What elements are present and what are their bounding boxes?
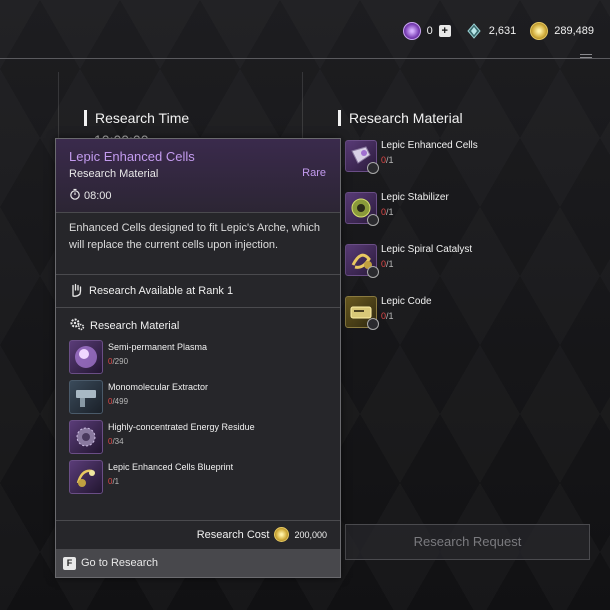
research-material-header: Research Material (338, 110, 463, 126)
gold-coin-icon (530, 22, 549, 40)
gold-coin-icon (274, 527, 290, 542)
stabilizer-icon (345, 192, 379, 226)
rarity-label: Rare (302, 167, 326, 179)
enhanced-cells-icon (345, 140, 379, 174)
tooltip-subtitle: Research Material (69, 168, 159, 180)
plasma-icon (69, 340, 103, 374)
requirement-item: Lepic Enhanced Cells Blueprint 0/1 (69, 460, 327, 494)
material-name: Lepic Stabilizer (381, 192, 449, 203)
material-count: 0/1 (381, 259, 394, 269)
material-name: Lepic Enhanced Cells (381, 140, 478, 151)
requirement-list: Semi-permanent Plasma 0/290 Monomolecula… (56, 340, 340, 494)
requirement-name: Lepic Enhanced Cells Blueprint (108, 462, 234, 472)
energy-residue-icon (69, 420, 103, 454)
material-name: Lepic Code (381, 296, 432, 307)
crystal-currency: 2,631 (465, 22, 517, 40)
research-request-button[interactable]: Research Request (345, 524, 590, 560)
material-item-spiral-catalyst[interactable]: Lepic Spiral Catalyst 0/1 (345, 242, 478, 294)
requirement-item: Monomolecular Extractor 0/499 (69, 380, 327, 414)
material-item-enhanced-cells[interactable]: Lepic Enhanced Cells 0/1 (345, 138, 478, 190)
gold-amount: 289,489 (554, 25, 594, 37)
gold-currency: 289,489 (530, 22, 594, 40)
material-count: 0/1 (381, 311, 394, 321)
tooltip-materials-label: Research Material (90, 319, 180, 332)
requirement-count: 0/34 (108, 437, 124, 446)
go-to-research-label: Go to Research (81, 557, 159, 569)
tooltip-materials-header: Research Material (56, 308, 340, 340)
tooltip-title: Lepic Enhanced Cells (69, 149, 195, 164)
tooltip-time-value: 08:00 (84, 189, 112, 202)
spiral-catalyst-icon (345, 244, 379, 278)
top-divider (0, 58, 610, 59)
rank-requirement: Research Available at Rank 1 (56, 275, 340, 308)
requirement-count: 0/1 (108, 477, 120, 486)
requirement-count: 0/499 (108, 397, 129, 406)
crystal-icon (465, 22, 483, 40)
premium-amount: 0 (426, 25, 433, 37)
requirement-name: Monomolecular Extractor (108, 382, 209, 392)
tooltip-header: Lepic Enhanced Cells Research Material R… (56, 139, 340, 213)
tooltip-time: 08:00 (69, 188, 327, 203)
top-marker (580, 57, 592, 58)
top-marker (580, 54, 592, 55)
requirement-name: Semi-permanent Plasma (108, 342, 208, 352)
rank-requirement-label: Research Available at Rank 1 (89, 285, 234, 297)
crystal-amount: 2,631 (488, 25, 517, 37)
research-cost: Research Cost 200,000 (56, 520, 340, 548)
gears-icon (69, 317, 85, 334)
stopwatch-icon (69, 188, 81, 203)
blueprint-icon (69, 460, 103, 494)
material-item-stabilizer[interactable]: Lepic Stabilizer 0/1 (345, 190, 478, 242)
key-hint-f: F (63, 556, 76, 570)
material-list: Lepic Enhanced Cells 0/1 Lepic Stabilize… (345, 138, 478, 346)
research-cost-label: Research Cost (196, 528, 270, 541)
research-cost-value: 200,000 (294, 529, 327, 540)
add-currency-button[interactable]: + (438, 25, 451, 37)
material-name: Lepic Spiral Catalyst (381, 244, 473, 255)
premium-currency: 0 + (402, 22, 451, 40)
requirement-item: Semi-permanent Plasma 0/290 (69, 340, 327, 374)
requirement-item: Highly-concentrated Energy Residue 0/34 (69, 420, 327, 454)
requirement-count: 0/290 (108, 357, 129, 366)
hand-icon (69, 283, 83, 300)
extractor-icon (69, 380, 103, 414)
material-count: 0/1 (381, 155, 394, 165)
currency-bar: 0 + 2,631 289,489 (402, 22, 594, 40)
research-time-header: Research Time (84, 110, 189, 126)
material-count: 0/1 (381, 207, 394, 217)
premium-gem-icon (402, 22, 421, 40)
tooltip-description: Enhanced Cells designed to fit Lepic's A… (56, 213, 340, 275)
go-to-research-button[interactable]: F Go to Research (56, 549, 340, 577)
lepic-code-icon (345, 296, 379, 330)
requirement-name: Highly-concentrated Energy Residue (108, 422, 255, 432)
item-tooltip: Lepic Enhanced Cells Research Material R… (55, 138, 341, 578)
material-item-lepic-code[interactable]: Lepic Code 0/1 (345, 294, 478, 346)
